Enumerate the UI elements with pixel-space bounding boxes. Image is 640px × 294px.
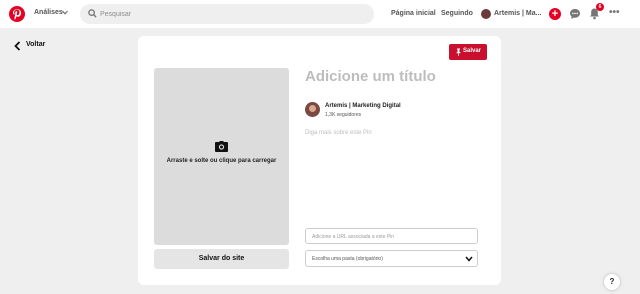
top-bar: Análises Página inicial Seguindo Artemis… [0, 0, 640, 28]
destination-url-input[interactable] [312, 232, 472, 241]
author-followers: 1,3K seguidores [325, 112, 362, 118]
avatar [481, 9, 491, 19]
profile-label: Artemis | Ma... [494, 10, 542, 17]
chevron-down-icon [465, 256, 473, 262]
add-pin-button[interactable]: + [549, 8, 561, 20]
search-input[interactable] [100, 8, 360, 20]
chevron-down-icon[interactable] [62, 10, 68, 15]
help-button[interactable]: ? [604, 274, 620, 290]
back-label: Voltar [26, 41, 46, 48]
upload-instructions: Arraste e solte ou clique para carregar [166, 158, 277, 164]
search-bar[interactable] [80, 4, 374, 24]
search-icon [88, 9, 97, 18]
pin-title-input[interactable]: Adicione um título [305, 65, 480, 89]
board-select[interactable]: Escolha uma pasta (obrigatório) [305, 250, 478, 267]
nav-following-button[interactable]: Seguindo [435, 4, 479, 24]
create-pin-card: Salvar Arraste e solte ou clique para ca… [138, 36, 501, 285]
camera-icon [215, 141, 228, 152]
nav-profile-button[interactable]: Artemis | Ma... [477, 4, 543, 24]
analytics-menu[interactable]: Análises [34, 9, 63, 16]
pin-icon [456, 48, 461, 56]
destination-url-field[interactable] [305, 228, 478, 244]
messages-icon[interactable] [569, 8, 581, 20]
avatar [305, 102, 320, 117]
upload-dropzone[interactable]: Arraste e solte ou clique para carregar [154, 68, 289, 245]
more-options-icon[interactable]: ••• [609, 8, 620, 18]
save-from-site-button[interactable]: Salvar do site [154, 249, 289, 269]
pin-description-input[interactable]: Diga mais sobre este Pin [305, 130, 372, 136]
save-button-label: Salvar [463, 48, 482, 54]
author-name: Artemis | Marketing Digital [325, 103, 401, 109]
notification-badge: 6 [596, 3, 604, 11]
save-button[interactable]: Salvar [449, 44, 487, 60]
nav-home-button[interactable]: Página inicial [385, 4, 442, 24]
pinterest-logo-icon[interactable] [9, 6, 25, 22]
chevron-left-icon [14, 41, 21, 51]
board-select-label: Escolha uma pasta (obrigatório) [312, 256, 383, 262]
